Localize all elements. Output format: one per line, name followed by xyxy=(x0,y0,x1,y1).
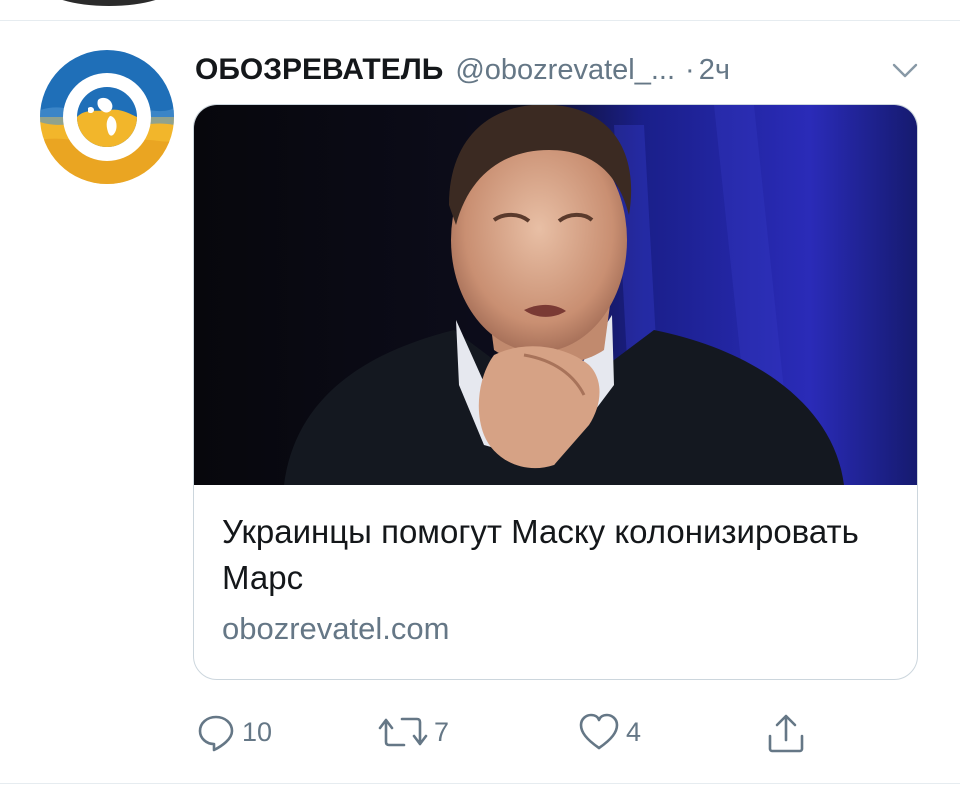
tweet-divider xyxy=(0,20,960,21)
link-preview-card[interactable]: Украинцы помогут Маску колонизировать Ма… xyxy=(193,104,918,680)
like-button[interactable]: 4 xyxy=(578,712,641,752)
chevron-down-icon[interactable] xyxy=(892,62,918,80)
retweet-count: 7 xyxy=(434,716,450,747)
reply-button[interactable]: 10 xyxy=(196,712,272,752)
card-domain: obozrevatel.com xyxy=(222,611,450,646)
card-title: Украинцы помогут Маску колонизировать Ма… xyxy=(222,513,859,596)
obozrevatel-logo-icon xyxy=(40,50,174,184)
previous-tweet-avatar xyxy=(44,0,174,6)
share-button[interactable] xyxy=(766,712,806,754)
like-count: 4 xyxy=(626,716,642,747)
user-handle[interactable]: @obozrevatel_... xyxy=(455,54,675,87)
avatar[interactable] xyxy=(40,50,174,184)
retweet-button[interactable]: 7 xyxy=(378,712,449,752)
article-image xyxy=(194,105,917,485)
share-icon xyxy=(768,714,804,753)
reply-count: 10 xyxy=(242,716,273,747)
tweet-timestamp[interactable]: 2ч xyxy=(699,54,730,87)
tweet-divider xyxy=(0,783,960,784)
separator-dot: · xyxy=(685,53,695,86)
reply-icon xyxy=(198,715,234,752)
heart-icon xyxy=(579,713,619,750)
display-name[interactable]: ОБОЗРЕВАТЕЛЬ xyxy=(195,53,443,87)
tweet-actions: 10 7 4 xyxy=(0,712,960,758)
tweet-header: ОБОЗРЕВАТЕЛЬ @obozrevatel_... · 2ч xyxy=(195,48,730,92)
retweet-icon xyxy=(378,717,428,747)
